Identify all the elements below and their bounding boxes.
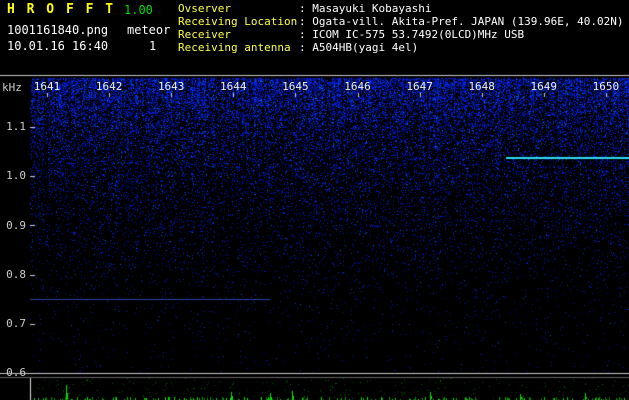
info-value-observer: : Masayuki Kobayashi bbox=[299, 2, 432, 15]
time-tick-label: 1647 bbox=[406, 80, 433, 93]
time-tick-label: 1649 bbox=[530, 80, 558, 93]
time-tick-label: 1645 bbox=[282, 80, 309, 93]
spectrogram-canvas bbox=[0, 0, 629, 400]
freq-tick-label: 1.1 bbox=[6, 120, 26, 134]
time-tick-label: 1646 bbox=[344, 80, 371, 93]
info-label-receiver: Receiver bbox=[178, 28, 231, 41]
app-version: 1.00 bbox=[124, 3, 153, 17]
freq-tick-label: 0.8 bbox=[6, 267, 26, 281]
datetime: 10.01.16 16:40 bbox=[7, 39, 109, 53]
time-tick-label: 1650 bbox=[592, 80, 620, 93]
info-value-receiver: : ICOM IC-575 53.7492(0LCD)MHz USB bbox=[299, 28, 525, 41]
info-label-location: Receiving Location bbox=[178, 15, 298, 28]
time-tick-label: 1643 bbox=[157, 80, 185, 93]
info-value-location: : Ogata-vill. Akita-Pref. JAPAN (139.96E… bbox=[299, 15, 624, 28]
info-label-observer: Ovserver bbox=[178, 2, 231, 15]
freq-tick-label: 1.0 bbox=[6, 169, 26, 183]
hrofft-screen: H R O F F T 1.00 1001161840.png meteor 1… bbox=[0, 0, 629, 400]
info-label-antenna: Receiving antenna bbox=[178, 41, 291, 54]
mode-label: meteor bbox=[127, 23, 171, 37]
time-tick-label: 1644 bbox=[220, 80, 247, 93]
app-title: H R O F F T bbox=[7, 2, 116, 17]
freq-tick-label: 0.7 bbox=[6, 316, 26, 330]
freq-tick-label: 0.9 bbox=[6, 218, 26, 232]
freq-axis-unit: kHz bbox=[2, 81, 22, 94]
freq-tick-label: 0.6 bbox=[6, 366, 26, 379]
info-value-antenna: : A504HB(yagi 4el) bbox=[299, 41, 419, 54]
info-row-receiver: Receiver : ICOM IC-575 53.7492(0LCD)MHz U… bbox=[178, 29, 524, 41]
file-name: 1001161840.png bbox=[7, 23, 109, 37]
time-tick-label: 1641 bbox=[33, 80, 61, 93]
info-row-antenna: Receiving antenna : A504HB(yagi 4el) bbox=[178, 42, 418, 54]
info-row-observer: Ovserver : Masayuki Kobayashi bbox=[178, 3, 431, 15]
time-tick-label: 1648 bbox=[468, 80, 495, 93]
time-tick-label: 1642 bbox=[95, 80, 123, 93]
meteor-count: 1 bbox=[149, 39, 157, 53]
info-row-location: Receiving Location: Ogata-vill. Akita-Pr… bbox=[178, 16, 624, 28]
